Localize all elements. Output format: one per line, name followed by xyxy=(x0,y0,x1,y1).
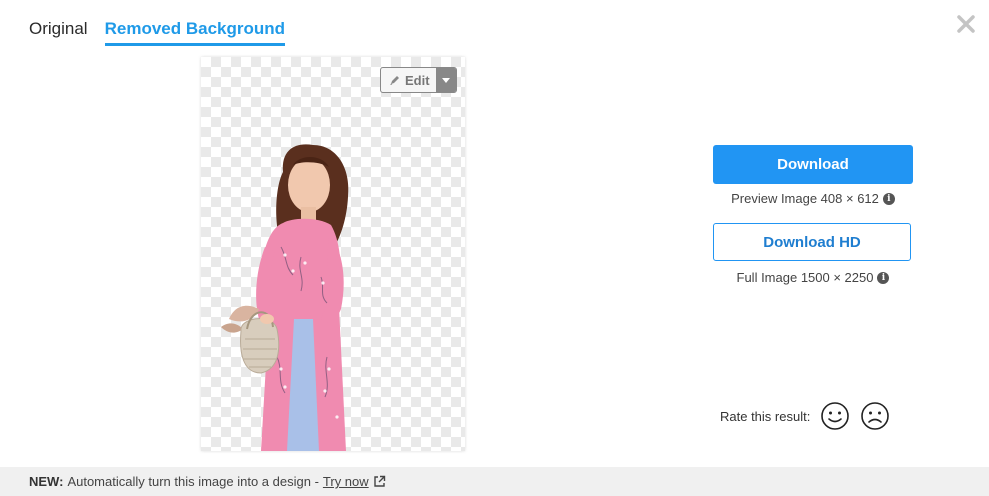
full-image-size-text: Full Image 1500 × 2250 xyxy=(736,270,874,285)
edit-button-group: Edit xyxy=(380,67,457,93)
new-badge: NEW: xyxy=(29,474,64,489)
info-icon[interactable]: i xyxy=(877,271,890,284)
download-button[interactable]: Download xyxy=(713,145,913,184)
tab-removed-background[interactable]: Removed Background xyxy=(104,19,286,46)
footer-message: Automatically turn this image into a des… xyxy=(67,474,319,489)
chevron-down-icon xyxy=(441,77,450,83)
result-image-preview xyxy=(201,57,465,451)
edit-button[interactable]: Edit xyxy=(381,68,436,92)
close-icon[interactable] xyxy=(956,14,976,34)
person-image xyxy=(221,144,349,451)
download-hd-button[interactable]: Download HD xyxy=(713,223,911,261)
full-image-caption: Full Image 1500 × 2250 i xyxy=(713,270,913,285)
tab-original[interactable]: Original xyxy=(29,19,88,46)
view-tabs: Original Removed Background xyxy=(29,19,286,46)
edit-label: Edit xyxy=(405,72,430,88)
info-icon[interactable]: i xyxy=(882,192,895,205)
preview-image-caption: Preview Image 408 × 612 i xyxy=(713,191,913,206)
smile-icon[interactable] xyxy=(820,401,850,431)
edit-dropdown-toggle[interactable] xyxy=(435,68,456,92)
external-link-icon[interactable] xyxy=(373,475,386,488)
rating-section: Rate this result: xyxy=(720,401,890,431)
footer-banner: NEW: Automatically turn this image into … xyxy=(0,467,989,496)
preview-image-size-text: Preview Image 408 × 612 xyxy=(731,191,879,206)
rating-label: Rate this result: xyxy=(720,408,811,424)
pencil-icon xyxy=(390,76,399,85)
frown-icon[interactable] xyxy=(860,401,890,431)
try-now-link[interactable]: Try now xyxy=(323,474,369,489)
